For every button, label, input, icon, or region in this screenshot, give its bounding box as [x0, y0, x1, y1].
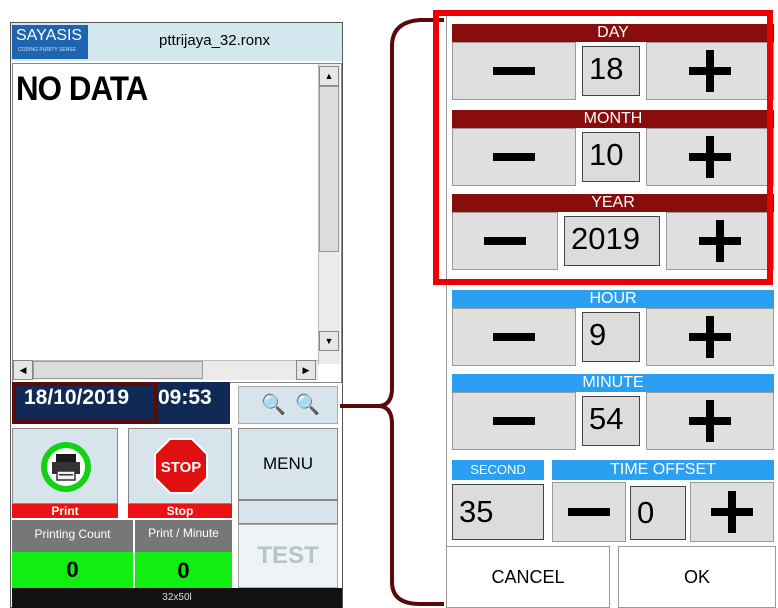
scroll-down-icon[interactable]: ▼ — [319, 331, 339, 351]
minute-decrement-button[interactable] — [452, 392, 576, 450]
blank-button[interactable] — [238, 500, 338, 524]
printing-count-label: Printing Count — [12, 520, 133, 552]
no-data-message: NO DATA — [16, 70, 148, 108]
stop-button[interactable]: STOP — [128, 428, 232, 504]
minus-icon — [493, 417, 535, 425]
minute-value: 54 — [582, 396, 640, 446]
logo-text: SAYASIS — [16, 27, 83, 44]
date-callout-box — [12, 382, 158, 424]
logo-tagline: CODING PURITY SENSE — [18, 47, 76, 53]
time-offset-header: TIME OFFSET — [552, 460, 774, 480]
print-per-minute-label: Print / Minute — [135, 520, 232, 552]
minus-icon — [568, 508, 610, 516]
hour-increment-button[interactable] — [646, 308, 774, 366]
cancel-button[interactable]: CANCEL — [446, 546, 610, 608]
hour-value: 9 — [582, 312, 640, 362]
zoom-controls: 🔍 🔍 — [238, 386, 338, 424]
second-header: SECOND — [452, 460, 544, 480]
hour-decrement-button[interactable] — [452, 308, 576, 366]
preview-area — [12, 63, 342, 383]
scroll-left-icon[interactable]: ◀ — [13, 360, 33, 380]
hour-header: HOUR — [452, 290, 774, 308]
printing-count-value: 0 — [12, 552, 133, 588]
minute-header: MINUTE — [452, 374, 774, 392]
file-name: pttrijaya_32.ronx — [159, 32, 270, 49]
stop-label: Stop — [128, 504, 232, 518]
message-size-footer: 32x50l — [12, 588, 342, 608]
scroll-right-icon[interactable]: ▶ — [296, 360, 316, 380]
horizontal-scroll-thumb[interactable] — [33, 361, 203, 379]
stop-sign-text: STOP — [161, 459, 202, 476]
test-button[interactable]: TEST — [238, 524, 338, 588]
vertical-scroll-thumb[interactable] — [319, 86, 339, 252]
zoom-in-icon[interactable]: 🔍 — [261, 387, 286, 423]
minus-icon — [493, 333, 535, 341]
print-per-minute-value: 0 — [135, 552, 232, 588]
offset-value: 0 — [630, 486, 686, 540]
ok-button[interactable]: OK — [618, 546, 776, 608]
stage: SAYASIS CODING PURITY SENSE pttrijaya_32… — [0, 0, 778, 608]
offset-increment-button[interactable] — [690, 482, 774, 542]
second-value: 35 — [452, 484, 544, 540]
print-button[interactable] — [12, 428, 118, 504]
menu-button[interactable]: MENU — [238, 428, 338, 500]
brand-logo: SAYASIS CODING PURITY SENSE — [12, 25, 88, 59]
scroll-up-icon[interactable]: ▲ — [319, 66, 339, 86]
offset-decrement-button[interactable] — [552, 482, 626, 542]
date-highlight-frame — [433, 10, 773, 285]
time-readout: 09:53 — [158, 386, 212, 409]
print-label: Print — [12, 504, 118, 518]
minute-increment-button[interactable] — [646, 392, 774, 450]
stop-sign-icon: STOP — [154, 438, 208, 494]
zoom-out-icon[interactable]: 🔍 — [295, 387, 320, 423]
printer-icon — [41, 442, 91, 492]
